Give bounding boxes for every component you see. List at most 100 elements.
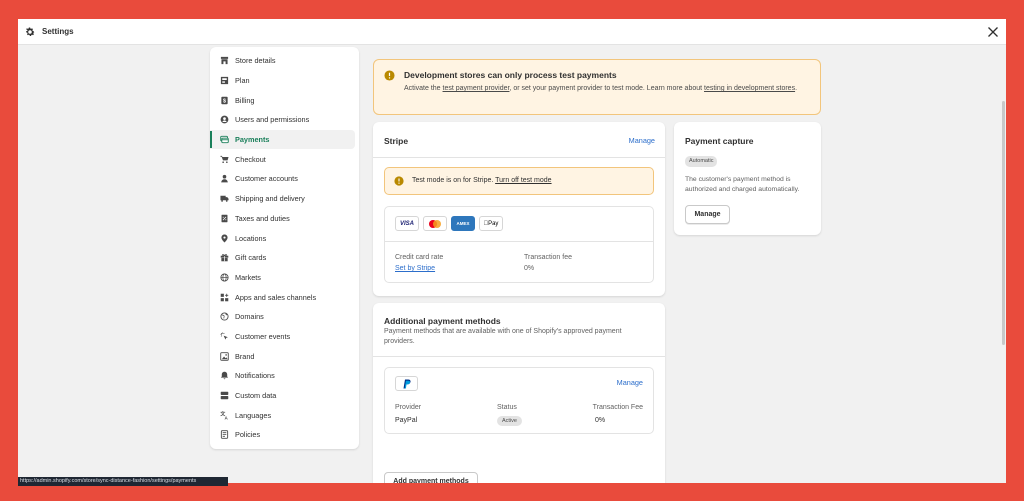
apple-pay-logo: Pay [479, 216, 503, 231]
sidebar-item-label: Plan [235, 76, 250, 86]
sidebar-item-shipping-and-delivery[interactable]: Shipping and delivery [210, 189, 355, 209]
sidebar-item-label: Users and permissions [235, 115, 310, 125]
banner-text: Activate the test payment provider, or s… [404, 84, 814, 94]
test-mode-message: Test mode is on for Stripe. [412, 177, 496, 184]
brand-icon [220, 351, 229, 361]
sidebar-item-users-and-permissions[interactable]: Users and permissions [210, 110, 355, 130]
test-payment-provider-link[interactable]: test payment provider [443, 85, 510, 92]
sidebar-item-customer-events[interactable]: Customer events [210, 327, 355, 347]
sidebar-item-policies[interactable]: Policies [210, 425, 355, 445]
sidebar-item-label: Customer events [235, 331, 291, 341]
paypal-manage-link[interactable]: Manage [617, 378, 643, 387]
gear-icon [26, 27, 35, 36]
banner-text-part: Activate the [404, 85, 443, 92]
sidebar-item-taxes-and-duties[interactable]: Taxes and duties [210, 209, 355, 229]
divider [373, 356, 665, 357]
location-pin-icon [221, 234, 228, 242]
sidebar-item-label: Customer accounts [235, 174, 298, 184]
scrollbar-thumb[interactable] [1002, 101, 1005, 345]
card-brand-logos: VISA AMEX Pay [395, 216, 503, 231]
sidebar-item-label: Checkout [235, 154, 266, 164]
title-bar: Settings [18, 19, 1006, 45]
credit-card-rate-label: Credit card rate [395, 254, 444, 261]
scrollbar[interactable] [1002, 45, 1006, 483]
provider-label: Provider [395, 404, 422, 411]
additional-methods-title: Additional payment methods [384, 316, 501, 326]
cursor-click-icon [220, 332, 228, 340]
cart-icon [220, 155, 229, 163]
banner-text-part: . [795, 85, 798, 92]
sidebar-item-locations[interactable]: Locations [210, 228, 355, 248]
status-bar-url: https://admin.shopify.com/store/sync-dis… [18, 477, 228, 486]
additional-payment-methods-card: Additional payment methods Payment metho… [373, 303, 665, 483]
sidebar-item-label: Notifications [235, 371, 275, 381]
truck-icon [220, 195, 229, 202]
sidebar-item-label: Locations [235, 233, 267, 243]
sidebar-item-store-details[interactable]: Store details [210, 51, 355, 71]
testing-in-dev-stores-link[interactable]: testing in development stores [704, 85, 795, 92]
sidebar-item-label: Languages [235, 410, 272, 420]
payments-icon [220, 135, 229, 144]
sidebar-item-label: Brand [235, 351, 255, 361]
stripe-details: VISA AMEX Pay Credit card rate Set by S… [384, 206, 654, 283]
translate-icon: 文A [220, 411, 229, 420]
sidebar-item-custom-data[interactable]: Custom data [210, 386, 355, 406]
warning-icon [394, 176, 404, 186]
sidebar-item-gift-cards[interactable]: Gift cards [210, 248, 355, 268]
transaction-fee-value: 0% [524, 265, 535, 272]
domain-globe-icon [220, 312, 229, 321]
payment-capture-card: Payment capture Automatic The customer's… [674, 122, 821, 235]
sidebar-item-label: Apps and sales channels [235, 292, 317, 302]
sidebar-item-label: Policies [235, 430, 261, 440]
sidebar-item-customer-accounts[interactable]: Customer accounts [210, 169, 355, 189]
settings-window: Settings Store details Plan $ Billing Us… [18, 19, 1006, 483]
amex-logo: AMEX [451, 216, 475, 231]
capture-manage-button[interactable]: Manage [685, 205, 730, 224]
sidebar-item-label: Payments [235, 135, 270, 145]
sidebar-item-payments[interactable]: Payments [210, 129, 355, 150]
sidebar-item-label: Custom data [235, 391, 277, 401]
transaction-fee-value: 0% [595, 417, 606, 424]
sidebar-item-checkout[interactable]: Checkout [210, 149, 355, 169]
sidebar-item-domains[interactable]: Domains [210, 307, 355, 327]
bell-icon [220, 372, 229, 380]
status-badge: Active [497, 416, 522, 426]
provider-value: PayPal [395, 417, 418, 424]
database-icon [220, 391, 229, 400]
gift-icon [220, 254, 229, 262]
sidebar-item-label: Gift cards [235, 253, 267, 263]
settings-sidebar: Store details Plan $ Billing Users and p… [210, 47, 359, 449]
dev-store-banner: Development stores can only process test… [373, 59, 821, 115]
divider [385, 241, 653, 242]
sidebar-item-billing[interactable]: $ Billing [210, 90, 355, 110]
sidebar-item-plan[interactable]: Plan [210, 71, 355, 91]
policy-icon [220, 430, 229, 440]
stripe-card: Stripe Manage Test mode is on for Stripe… [373, 122, 665, 296]
add-payment-methods-button[interactable]: Add payment methods [384, 472, 478, 483]
sidebar-item-notifications[interactable]: Notifications [210, 366, 355, 386]
sidebar-item-label: Domains [235, 312, 264, 322]
paypal-provider: Manage Provider Status Transaction Fee P… [384, 367, 654, 434]
close-icon[interactable] [986, 25, 1000, 39]
stripe-manage-link[interactable]: Manage [629, 136, 655, 145]
user-circle-icon [220, 116, 229, 124]
sidebar-item-label: Taxes and duties [235, 213, 290, 223]
set-by-stripe-link[interactable]: Set by Stripe [395, 265, 435, 272]
paypal-logo [395, 376, 418, 391]
sidebar-item-brand[interactable]: Brand [210, 346, 355, 366]
apps-icon [220, 293, 229, 301]
transaction-fee-label: Transaction fee [524, 254, 572, 261]
sidebar-item-apps-and-sales-channels[interactable]: Apps and sales channels [210, 287, 355, 307]
store-icon [220, 57, 229, 65]
billing-icon: $ [221, 96, 228, 104]
warning-icon [384, 70, 395, 81]
turn-off-test-mode-link[interactable]: Turn off test mode [495, 177, 551, 184]
sidebar-item-languages[interactable]: 文A Languages [210, 405, 355, 425]
payment-capture-title: Payment capture [685, 136, 754, 146]
svg-text:A: A [225, 415, 229, 420]
sidebar-item-markets[interactable]: Markets [210, 268, 355, 288]
status-badge: Automatic [685, 156, 718, 167]
svg-text:$: $ [223, 98, 226, 104]
receipt-icon [221, 214, 228, 223]
sidebar-item-label: Shipping and delivery [235, 194, 305, 204]
